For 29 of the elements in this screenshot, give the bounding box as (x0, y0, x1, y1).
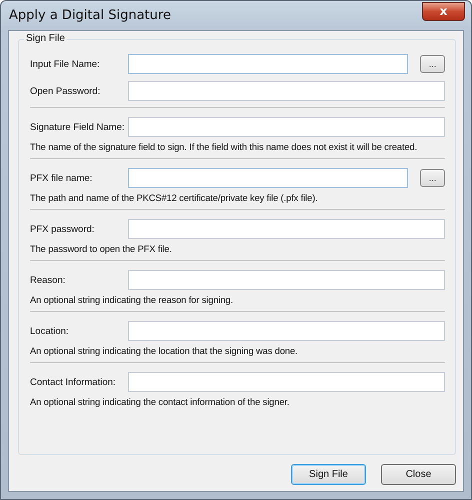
field-label: Open Password: (30, 86, 102, 96)
field-description: An optional string indicating the reason for signing. (30, 295, 234, 305)
field-description: The password to open the PFX file. (30, 244, 173, 254)
field-description: An optional string indicating the contact information of the signer. (30, 397, 290, 407)
group-title: Sign File (24, 33, 67, 44)
field-description: The name of the signature field to sign. If the field with this name does not exist it will be created. (30, 142, 418, 152)
input-field[interactable] (128, 270, 445, 290)
field-label: Reason: (30, 274, 66, 286)
close-button[interactable]: x (422, 2, 465, 20)
input-field[interactable] (128, 117, 445, 137)
input-field[interactable] (128, 81, 445, 101)
browse-button[interactable]: ... (420, 169, 445, 187)
field-label: PFX password: (30, 224, 96, 234)
browse-button[interactable]: ... (420, 55, 445, 73)
input-field[interactable] (128, 219, 445, 239)
sign-file-button[interactable]: Sign File (291, 464, 366, 485)
field-label: Input File Name: (30, 58, 101, 70)
field-label: Signature Field Name: (30, 122, 126, 132)
close-button[interactable]: Close (381, 464, 456, 485)
field-description: An optional string indicating the location that the signing was done. (30, 346, 299, 356)
window-title: Apply a Digital Signature (8, 8, 171, 23)
field-label: Location: (30, 326, 70, 336)
input-field[interactable] (128, 321, 445, 341)
input-field[interactable] (128, 54, 408, 74)
input-field[interactable] (128, 372, 445, 392)
input-field[interactable] (128, 168, 408, 188)
field-description: The path and name of the PKCS#12 certificate/private key file (.pfx file). (30, 193, 319, 203)
field-label: PFX file name: (30, 172, 94, 184)
field-label: Contact Information: (30, 376, 117, 388)
